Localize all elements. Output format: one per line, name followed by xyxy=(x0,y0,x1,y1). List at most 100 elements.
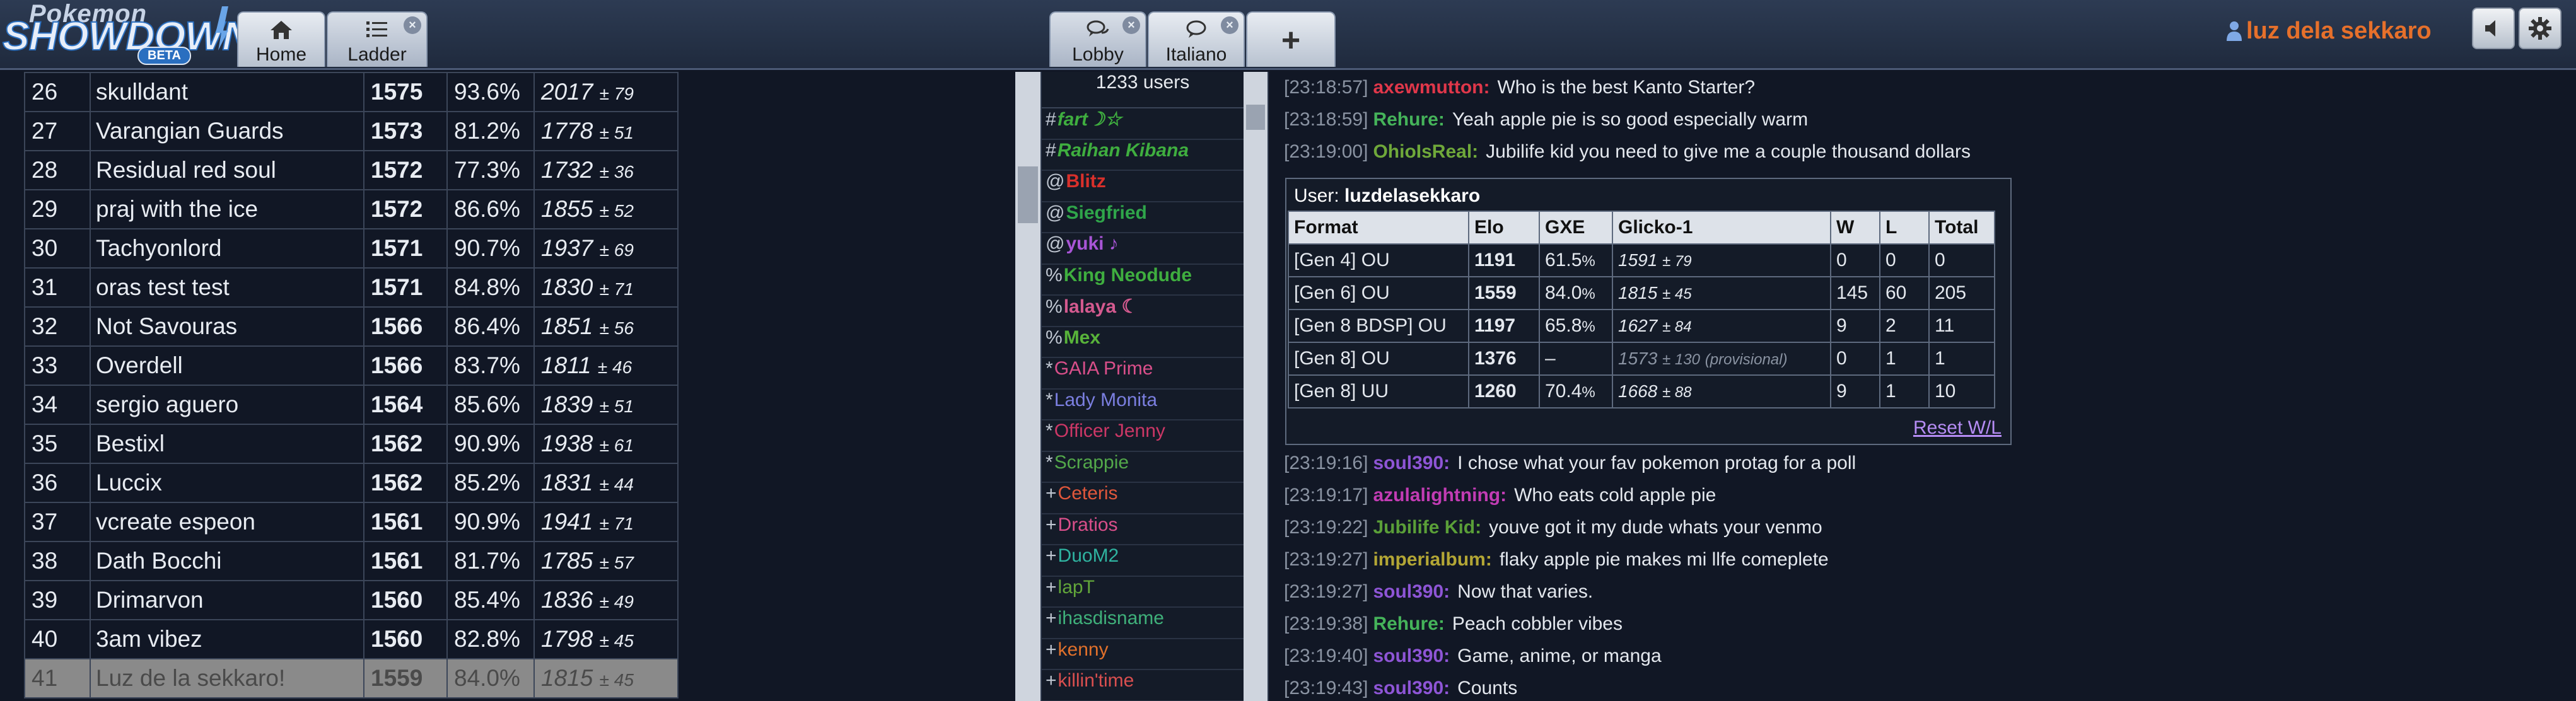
ladder-player-name[interactable]: praj with the ice xyxy=(90,189,364,229)
user-list-name[interactable]: King Neodude xyxy=(1064,265,1192,286)
sound-button[interactable] xyxy=(2472,8,2515,49)
chat-timestamp: [23:19:16] xyxy=(1284,453,1368,473)
rating-glicko: 1591 ± 79 xyxy=(1612,243,1831,277)
ladder-player-name[interactable]: vcreate espeon xyxy=(90,502,364,542)
user-list-item[interactable]: *GAIA Prime xyxy=(1042,358,1244,390)
chat-username[interactable]: Jubilife Kid: xyxy=(1373,517,1481,538)
chat-message: [23:19:38] Rehure: Peach cobbler vibes xyxy=(1284,613,1623,635)
user-list-name[interactable]: GAIA Prime xyxy=(1054,358,1153,379)
user-list-item[interactable]: #fart☽☆ xyxy=(1042,108,1244,140)
new-tab-button[interactable]: + xyxy=(1246,11,1336,67)
ladder-player-name[interactable]: Drimarvon xyxy=(90,580,364,620)
user-list-name[interactable]: Raihan Kibana xyxy=(1058,140,1189,161)
user-list-item[interactable]: %lalaya ☾ xyxy=(1042,296,1244,327)
chat-username[interactable]: axewmutton: xyxy=(1373,77,1489,98)
ladder-player-name[interactable]: Dath Bocchi xyxy=(90,541,364,581)
ladder-player-name[interactable]: skulldant xyxy=(90,72,364,112)
user-list-item[interactable]: +kenny xyxy=(1042,639,1244,670)
ladder-player-name[interactable]: Luccix xyxy=(90,463,364,503)
user-list-name[interactable]: yuki ♪ xyxy=(1066,233,1118,254)
user-list-item[interactable]: *Scrappie xyxy=(1042,452,1244,483)
user-list-item[interactable]: @Blitz xyxy=(1042,171,1244,202)
user-list-item[interactable]: @yuki ♪ xyxy=(1042,233,1244,265)
chat-text: Jubilife kid you need to give me a coupl… xyxy=(1486,141,1971,162)
user-list-name[interactable]: Officer Jenny xyxy=(1054,420,1165,441)
user-list-item[interactable]: %King Neodude xyxy=(1042,265,1244,296)
ladder-player-name[interactable]: Tachyonlord xyxy=(90,228,364,269)
chat-message: [23:19:27] imperialbum: flaky apple pie ma… xyxy=(1284,549,1829,571)
glicko-rating: 1851 xyxy=(541,313,593,339)
tab-lobby[interactable]: Lobby × xyxy=(1049,11,1146,67)
ladder-rank: 32 xyxy=(24,306,91,347)
chat-username[interactable]: imperialbum: xyxy=(1373,549,1491,570)
chat-bubble-icon xyxy=(1186,20,1206,38)
chat-username[interactable]: OhioIsReal: xyxy=(1373,141,1478,162)
user-list-item[interactable]: +lapT xyxy=(1042,577,1244,608)
user-list-name[interactable]: Scrappie xyxy=(1054,452,1129,473)
user-list-name[interactable]: Ceteris xyxy=(1058,483,1118,504)
user-list-name[interactable]: killin'time xyxy=(1058,670,1134,691)
ladder-player-name[interactable]: sergio aguero xyxy=(90,385,364,425)
user-list-name[interactable]: Dratios xyxy=(1058,514,1118,535)
ladder-player-name[interactable]: Not Savouras xyxy=(90,306,364,347)
chat-username[interactable]: Rehure: xyxy=(1373,613,1444,634)
ladder-rank: 34 xyxy=(24,385,91,425)
chat-username[interactable]: Rehure: xyxy=(1373,109,1444,130)
tab-home[interactable]: Home xyxy=(237,11,325,67)
chat-username[interactable]: soul390: xyxy=(1373,453,1450,473)
ladder-player-name[interactable]: Residual red soul xyxy=(90,150,364,190)
chat-username[interactable]: soul390: xyxy=(1373,581,1450,602)
user-list-scrollbar[interactable] xyxy=(1244,72,1268,701)
ladder-player-name[interactable]: Bestixl xyxy=(90,424,364,464)
user-group-symbol: @ xyxy=(1046,233,1065,254)
user-group-symbol: + xyxy=(1046,483,1057,504)
user-menu[interactable]: luz dela sekkaro xyxy=(2226,15,2432,47)
user-list-item[interactable]: +Ceteris xyxy=(1042,483,1244,514)
user-list-name[interactable]: lapT xyxy=(1058,577,1095,598)
ladder-scrollbar[interactable] xyxy=(1015,72,1040,701)
settings-button[interactable] xyxy=(2519,8,2561,49)
user-list-item[interactable]: *Officer Jenny xyxy=(1042,420,1244,452)
close-icon[interactable]: × xyxy=(404,16,421,34)
gear-icon xyxy=(2529,17,2551,40)
user-list-item[interactable]: +killin'time xyxy=(1042,670,1244,701)
user-list-item[interactable]: #Raihan Kibana xyxy=(1042,140,1244,171)
user-list-name[interactable]: Blitz xyxy=(1066,171,1105,192)
chat-username[interactable]: azulalightning: xyxy=(1373,485,1507,506)
user-list-name[interactable]: fart☽☆ xyxy=(1058,109,1122,130)
user-list-name[interactable]: lalaya ☾ xyxy=(1064,296,1139,317)
scroll-thumb[interactable] xyxy=(1246,105,1265,130)
user-list-name[interactable]: Mex xyxy=(1064,327,1100,348)
chat-username[interactable]: soul390: xyxy=(1373,678,1450,698)
user-list-name[interactable]: Siegfried xyxy=(1066,202,1146,223)
user-count[interactable]: 1233 users xyxy=(1042,72,1244,108)
user-list-item[interactable]: %Mex xyxy=(1042,327,1244,358)
close-icon[interactable]: × xyxy=(1221,16,1238,34)
chat-username[interactable]: soul390: xyxy=(1373,646,1450,666)
user-details-name[interactable]: luzdelasekkaro xyxy=(1344,185,1480,206)
ladder-player-name[interactable]: 3am vibez xyxy=(90,619,364,659)
user-list-item[interactable]: *Lady Monita xyxy=(1042,390,1244,420)
showdown-logo[interactable]: Pokemon SHOWDOWN BETA xyxy=(2,0,252,68)
tab-ladder[interactable]: Ladder × xyxy=(327,11,428,67)
user-list-name[interactable]: kenny xyxy=(1058,639,1109,660)
tab-italiano[interactable]: Italiano × xyxy=(1148,11,1245,67)
reset-wl-link[interactable]: Reset W/L xyxy=(1913,417,2002,439)
user-list-name[interactable]: Lady Monita xyxy=(1054,390,1157,410)
user-list-item[interactable]: @Siegfried xyxy=(1042,202,1244,233)
ladder-player-name[interactable]: Overdell xyxy=(90,345,364,386)
scroll-thumb[interactable] xyxy=(1018,166,1038,223)
close-icon[interactable]: × xyxy=(1122,16,1140,34)
user-list-item[interactable]: +Dratios xyxy=(1042,514,1244,545)
user-list-name[interactable]: ihasdisname xyxy=(1058,608,1164,629)
ladder-player-name[interactable]: oras test test xyxy=(90,267,364,308)
ladder-player-name[interactable]: Luz de la sekkaro! xyxy=(90,658,364,698)
user-list-name[interactable]: DuoM2 xyxy=(1058,545,1119,566)
ladder-glicko: 1839 ± 51 xyxy=(533,385,679,425)
ladder-player-name[interactable]: Varangian Guards xyxy=(90,111,364,151)
user-list-item[interactable]: +DuoM2 xyxy=(1042,545,1244,577)
gxe-percent: % xyxy=(1582,253,1595,270)
user-list-item[interactable]: +ihasdisname xyxy=(1042,608,1244,639)
username[interactable]: luz dela sekkaro xyxy=(2246,18,2432,45)
glicko-deviation: ± 44 xyxy=(599,475,634,494)
